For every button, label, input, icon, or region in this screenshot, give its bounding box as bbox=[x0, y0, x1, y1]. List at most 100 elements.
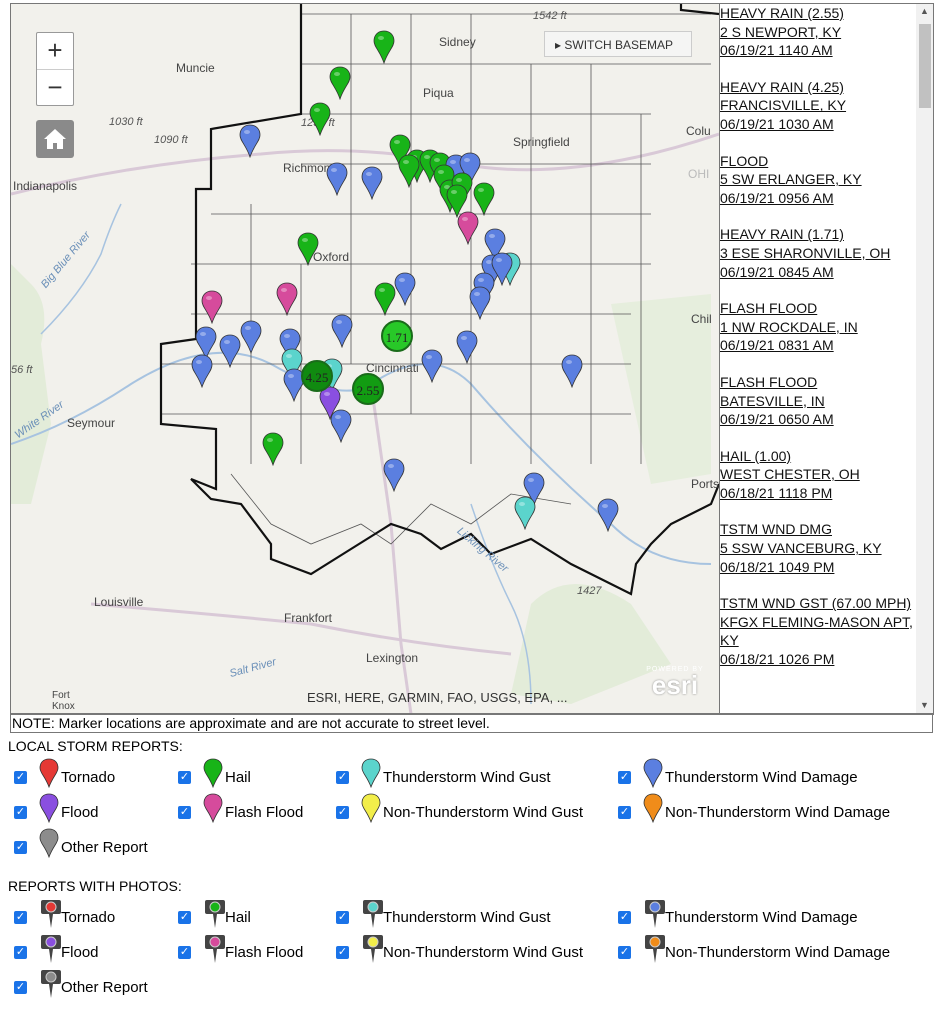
rainfall-cluster-marker[interactable]: 1.71 bbox=[381, 320, 413, 352]
photo-report-legend-item[interactable]: ✓ Non-Thunderstorm Wind Gust bbox=[336, 935, 583, 968]
report-location-link[interactable]: 2 S NEWPORT, KY bbox=[720, 23, 933, 42]
photo-report-legend-item[interactable]: ✓ Flash Flood bbox=[178, 935, 303, 968]
storm-report-marker[interactable] bbox=[514, 496, 536, 531]
rainfall-cluster-marker[interactable]: 4.25 bbox=[301, 360, 333, 392]
report-entry[interactable]: HAIL (1.00) WEST CHESTER, OH 06/18/21 1118… bbox=[720, 447, 933, 503]
photo-report-legend-item[interactable]: ✓ Tornado bbox=[14, 900, 115, 933]
legend-checkbox[interactable]: ✓ bbox=[14, 840, 27, 854]
storm-report-marker[interactable] bbox=[219, 334, 241, 369]
storm-report-legend-item[interactable]: ✓ Non-Thunderstorm Wind Damage bbox=[618, 793, 890, 828]
storm-report-marker[interactable] bbox=[276, 282, 298, 317]
report-location-link[interactable]: 3 ESE SHARONVILLE, OH bbox=[720, 244, 933, 263]
storm-report-legend-item[interactable]: ✓ Flood bbox=[14, 793, 99, 828]
legend-checkbox[interactable]: ✓ bbox=[178, 910, 191, 924]
report-type-link[interactable]: FLOOD bbox=[720, 152, 933, 171]
report-time-link[interactable]: 06/19/21 1140 AM bbox=[720, 41, 933, 60]
storm-report-marker[interactable] bbox=[326, 162, 348, 197]
storm-report-marker[interactable] bbox=[329, 66, 351, 101]
photo-report-legend-item[interactable]: ✓ Thunderstorm Wind Gust bbox=[336, 900, 551, 933]
legend-checkbox[interactable]: ✓ bbox=[14, 910, 27, 924]
report-location-link[interactable]: 5 SSW VANCEBURG, KY bbox=[720, 539, 933, 558]
legend-checkbox[interactable]: ✓ bbox=[618, 910, 631, 924]
report-type-link[interactable]: FLASH FLOOD bbox=[720, 299, 933, 318]
report-time-link[interactable]: 06/19/21 0845 AM bbox=[720, 263, 933, 282]
report-entry[interactable]: HEAVY RAIN (4.25) FRANCISVILLE, KY 06/19/2… bbox=[720, 78, 933, 134]
report-entry[interactable]: HEAVY RAIN (1.71) 3 ESE SHARONVILLE, OH 06… bbox=[720, 225, 933, 281]
storm-report-marker[interactable] bbox=[456, 330, 478, 365]
storm-report-marker[interactable] bbox=[421, 349, 443, 384]
rainfall-cluster-marker[interactable]: 2.55 bbox=[352, 373, 384, 405]
legend-checkbox[interactable]: ✓ bbox=[336, 945, 349, 959]
zoom-out-button[interactable]: − bbox=[37, 69, 73, 106]
storm-report-marker[interactable] bbox=[373, 30, 395, 65]
report-location-link[interactable]: 5 SW ERLANGER, KY bbox=[720, 170, 933, 189]
storm-report-marker[interactable] bbox=[398, 154, 420, 189]
storm-report-marker[interactable] bbox=[297, 232, 319, 267]
storm-report-legend-item[interactable]: ✓ Hail bbox=[178, 758, 251, 793]
storm-report-marker[interactable] bbox=[191, 354, 213, 389]
storm-report-marker[interactable] bbox=[330, 409, 352, 444]
report-entry[interactable]: TSTM WND DMG 5 SSW VANCEBURG, KY 06/18/21 … bbox=[720, 520, 933, 576]
report-location-link[interactable]: 1 NW ROCKDALE, IN bbox=[720, 318, 933, 337]
storm-report-marker[interactable] bbox=[394, 272, 416, 307]
photo-report-legend-item[interactable]: ✓ Other Report bbox=[14, 970, 148, 1003]
report-entry[interactable]: FLASH FLOOD 1 NW ROCKDALE, IN 06/19/21 083… bbox=[720, 299, 933, 355]
storm-report-marker[interactable] bbox=[457, 211, 479, 246]
report-entry[interactable]: FLOOD 5 SW ERLANGER, KY 06/19/21 0956 AM bbox=[720, 152, 933, 208]
legend-checkbox[interactable]: ✓ bbox=[178, 805, 191, 819]
photo-report-legend-item[interactable]: ✓ Hail bbox=[178, 900, 251, 933]
storm-report-legend-item[interactable]: ✓ Tornado bbox=[14, 758, 115, 793]
report-type-link[interactable]: FLASH FLOOD bbox=[720, 373, 933, 392]
report-type-link[interactable]: TSTM WND DMG bbox=[720, 520, 933, 539]
report-time-link[interactable]: 06/19/21 0650 AM bbox=[720, 410, 933, 429]
legend-checkbox[interactable]: ✓ bbox=[618, 805, 631, 819]
report-location-link[interactable]: KFGX FLEMING-MASON APT, KY bbox=[720, 613, 933, 650]
report-location-link[interactable]: FRANCISVILLE, KY bbox=[720, 96, 933, 115]
scrollbar[interactable]: ▲ ▼ bbox=[916, 4, 933, 714]
storm-report-marker[interactable] bbox=[240, 320, 262, 355]
scrollbar-thumb[interactable] bbox=[919, 24, 931, 108]
photo-report-legend-item[interactable]: ✓ Flood bbox=[14, 935, 99, 968]
storm-report-legend-item[interactable]: ✓ Flash Flood bbox=[178, 793, 303, 828]
storm-report-legend-item[interactable]: ✓ Thunderstorm Wind Gust bbox=[336, 758, 551, 793]
storm-report-marker[interactable] bbox=[262, 432, 284, 467]
report-time-link[interactable]: 06/18/21 1026 PM bbox=[720, 650, 933, 669]
legend-checkbox[interactable]: ✓ bbox=[618, 945, 631, 959]
legend-checkbox[interactable]: ✓ bbox=[336, 805, 349, 819]
report-time-link[interactable]: 06/19/21 0831 AM bbox=[720, 336, 933, 355]
legend-checkbox[interactable]: ✓ bbox=[618, 770, 631, 784]
storm-report-legend-item[interactable]: ✓ Non-Thunderstorm Wind Gust bbox=[336, 793, 583, 828]
storm-report-marker[interactable] bbox=[331, 314, 353, 349]
photo-report-legend-item[interactable]: ✓ Non-Thunderstorm Wind Damage bbox=[618, 935, 890, 968]
report-time-link[interactable]: 06/18/21 1118 PM bbox=[720, 484, 933, 503]
legend-checkbox[interactable]: ✓ bbox=[14, 945, 27, 959]
report-location-link[interactable]: BATESVILLE, IN bbox=[720, 392, 933, 411]
storm-map[interactable]: Muncie Sidney Piqua Springfield Richmond… bbox=[10, 3, 720, 715]
photo-report-legend-item[interactable]: ✓ Thunderstorm Wind Damage bbox=[618, 900, 858, 933]
report-entry[interactable]: TSTM WND GST (67.00 MPH) KFGX FLEMING-MAS… bbox=[720, 594, 933, 668]
legend-checkbox[interactable]: ✓ bbox=[336, 770, 349, 784]
report-time-link[interactable]: 06/19/21 0956 AM bbox=[720, 189, 933, 208]
report-type-link[interactable]: HEAVY RAIN (1.71) bbox=[720, 225, 933, 244]
legend-checkbox[interactable]: ✓ bbox=[14, 805, 27, 819]
storm-report-legend-item[interactable]: ✓ Other Report bbox=[14, 828, 148, 863]
report-time-link[interactable]: 06/19/21 1030 AM bbox=[720, 115, 933, 134]
storm-report-legend-item[interactable]: ✓ Thunderstorm Wind Damage bbox=[618, 758, 858, 793]
legend-checkbox[interactable]: ✓ bbox=[14, 980, 27, 994]
scroll-up-arrow-icon[interactable]: ▲ bbox=[920, 6, 929, 16]
home-button[interactable] bbox=[36, 120, 74, 158]
storm-report-marker[interactable] bbox=[383, 458, 405, 493]
report-type-link[interactable]: HEAVY RAIN (4.25) bbox=[720, 78, 933, 97]
report-type-link[interactable]: TSTM WND GST (67.00 MPH) bbox=[720, 594, 933, 613]
switch-basemap-button[interactable]: ▸ SWITCH BASEMAP bbox=[544, 31, 692, 57]
storm-report-marker[interactable] bbox=[469, 286, 491, 321]
report-type-link[interactable]: HAIL (1.00) bbox=[720, 447, 933, 466]
report-type-link[interactable]: HEAVY RAIN (2.55) bbox=[720, 4, 933, 23]
legend-checkbox[interactable]: ✓ bbox=[178, 770, 191, 784]
legend-checkbox[interactable]: ✓ bbox=[14, 770, 27, 784]
storm-report-marker[interactable] bbox=[239, 124, 261, 159]
storm-report-marker[interactable] bbox=[597, 498, 619, 533]
report-entry[interactable]: HEAVY RAIN (2.55) 2 S NEWPORT, KY 06/19/21… bbox=[720, 4, 933, 60]
scroll-down-arrow-icon[interactable]: ▼ bbox=[920, 700, 929, 710]
storm-report-marker[interactable] bbox=[361, 166, 383, 201]
